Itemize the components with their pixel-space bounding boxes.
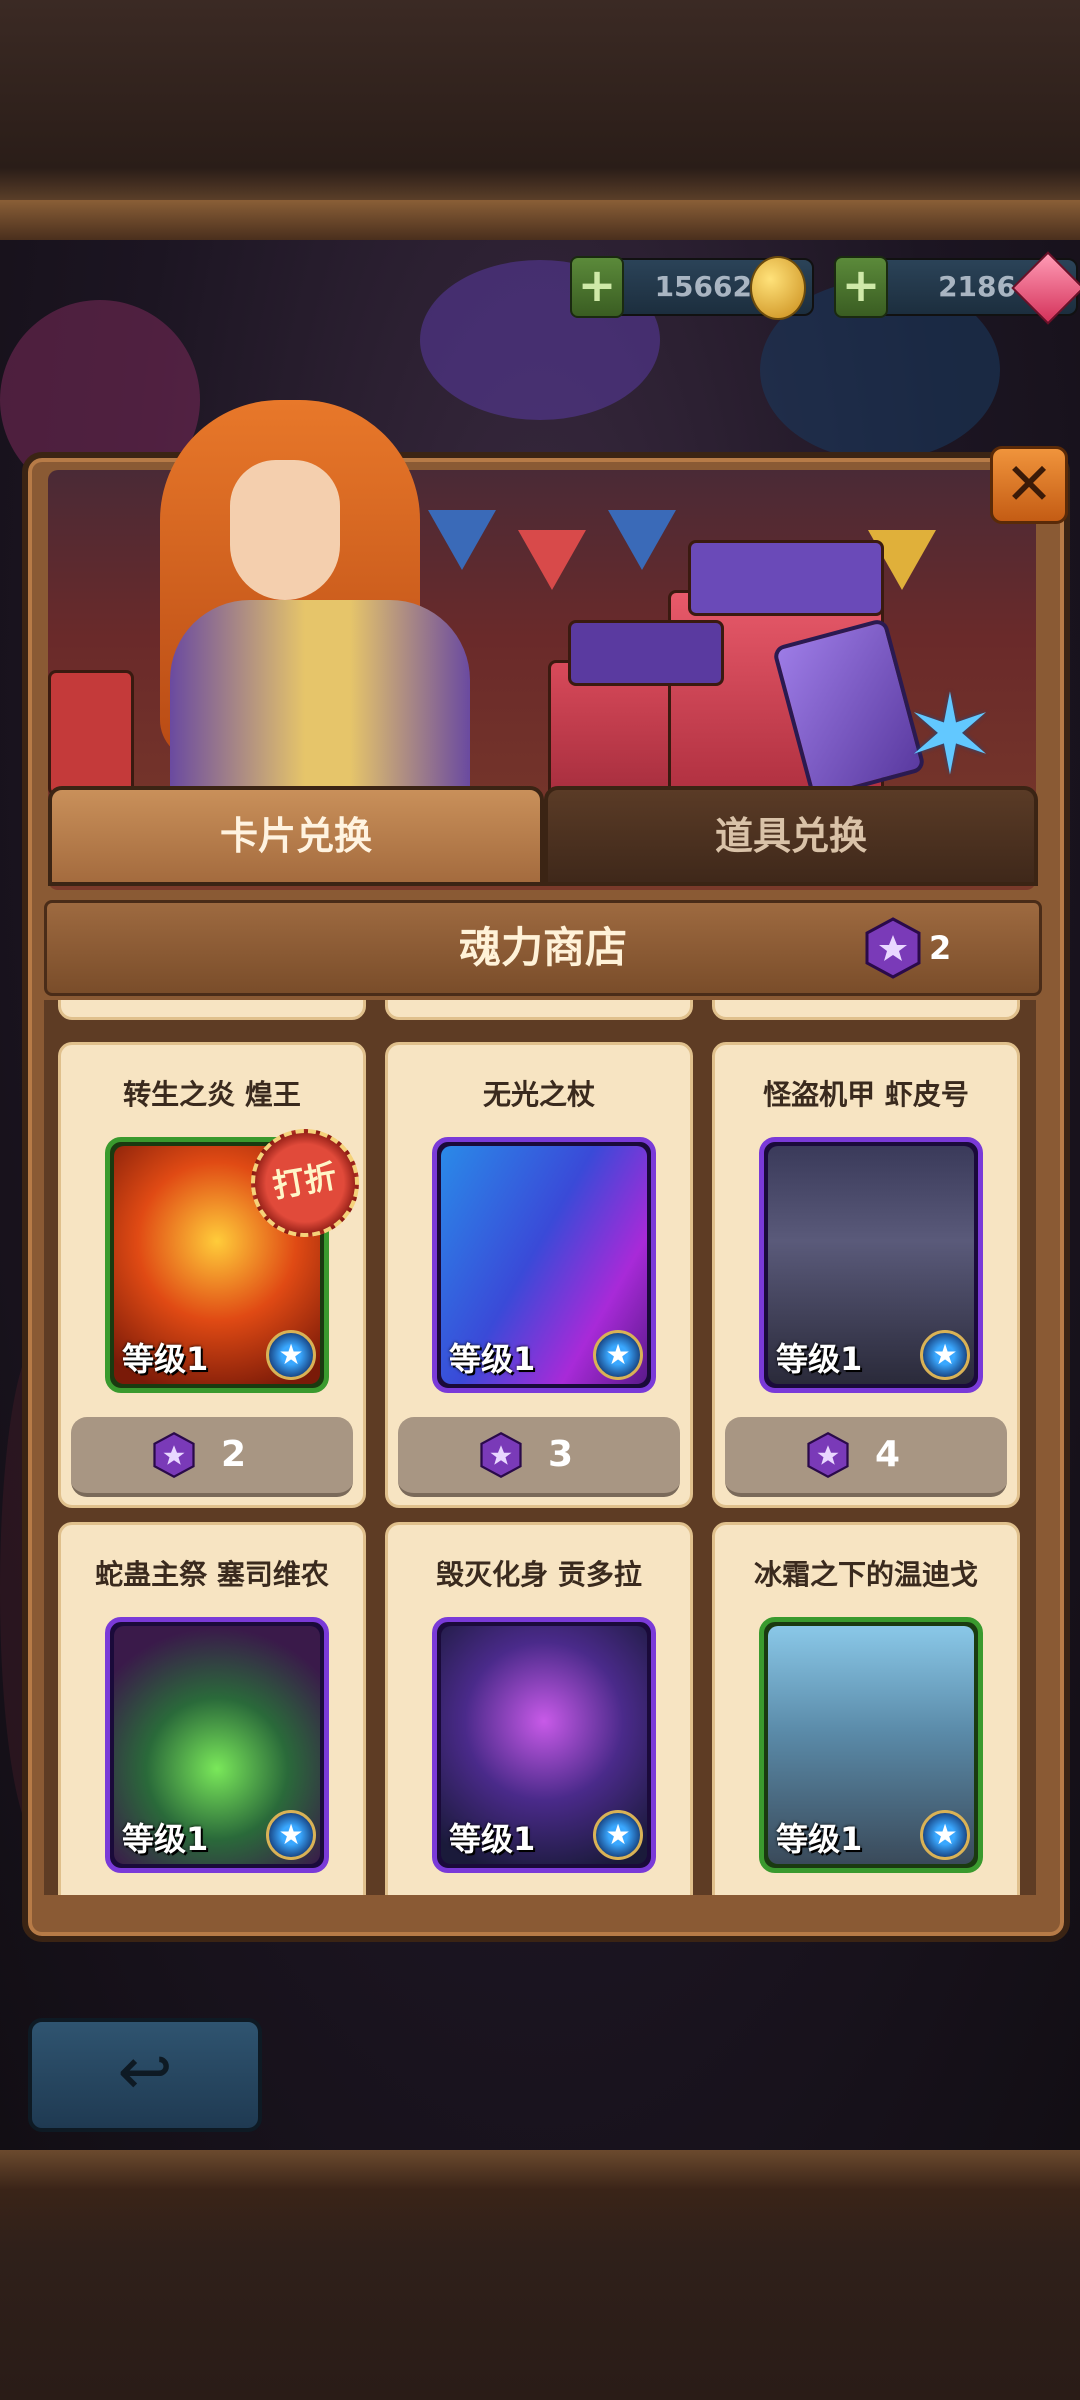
price-value: 3: [548, 1434, 574, 1475]
shop-card-4[interactable]: 蛇蛊主祭 塞司维农 等级1 ★: [58, 1522, 366, 1895]
soul-point-icon: [807, 1431, 849, 1479]
price-value: 2: [221, 1434, 247, 1475]
card-level: 等级1: [776, 1820, 863, 1858]
card-art: 等级1 ★: [105, 1617, 329, 1873]
card-art: 等级1 ★: [432, 1617, 656, 1873]
star-rank-icon: ★: [266, 1810, 316, 1860]
card-grid: 转生之炎 煌王 等级1 ★ 打折 2 无光之杖 等级1 ★ 3 怪盗机甲 虾皮号…: [44, 1000, 1036, 1895]
card-art: 等级1 ★: [759, 1137, 983, 1393]
card-art: 等级1 ★: [759, 1617, 983, 1873]
star-rank-icon: ★: [920, 1330, 970, 1380]
card-name: 毁灭化身 贡多拉: [436, 1558, 642, 1591]
soul-point-icon: [480, 1431, 522, 1479]
price-button[interactable]: 3: [398, 1417, 680, 1497]
tab-card-exchange[interactable]: 卡片兑换: [48, 786, 544, 886]
back-button[interactable]: ↩: [28, 2018, 262, 2132]
close-button[interactable]: ✕: [990, 446, 1068, 524]
card-name: 冰霜之下的温迪戈: [753, 1558, 978, 1591]
star-rank-icon: ★: [593, 1810, 643, 1860]
add-gold-button[interactable]: +: [570, 256, 624, 318]
soul-point-count: 2: [929, 929, 952, 967]
shop-card-3[interactable]: 怪盗机甲 虾皮号 等级1 ★ 4: [712, 1042, 1020, 1508]
price-button[interactable]: 2: [71, 1417, 353, 1497]
shop-card-5[interactable]: 毁灭化身 贡多拉 等级1 ★: [385, 1522, 693, 1895]
price-button[interactable]: 4: [725, 1417, 1007, 1497]
gem-value: 2186: [938, 270, 1016, 303]
card-name: 转生之炎 煌王: [123, 1078, 301, 1111]
star-badge-icon: ✶: [903, 671, 997, 799]
shop-card-2[interactable]: 无光之杖 等级1 ★ 3: [385, 1042, 693, 1508]
top-frame: [0, 0, 1080, 240]
gold-value: 15662: [654, 270, 752, 303]
card-level: 等级1: [122, 1820, 209, 1858]
card-level: 等级1: [776, 1340, 863, 1378]
card-name: 无光之杖: [482, 1078, 595, 1111]
shop-card-1[interactable]: 转生之炎 煌王 等级1 ★ 打折 2: [58, 1042, 368, 1508]
add-gems-button[interactable]: +: [834, 256, 888, 318]
card-level: 等级1: [122, 1340, 209, 1378]
shopkeeper-portrait: [150, 400, 500, 800]
price-value: 4: [875, 1434, 901, 1475]
card-name: 蛇蛊主祭 塞司维农: [95, 1558, 329, 1591]
gem-counter: + 2186: [834, 251, 1080, 325]
card-art: 等级1 ★: [432, 1137, 656, 1393]
gold-counter: + 15662: [570, 256, 814, 320]
tab-item-exchange[interactable]: 道具兑换: [544, 786, 1038, 886]
shop-header: 魂力商店 2: [44, 900, 1042, 996]
star-rank-icon: ★: [266, 1330, 316, 1380]
star-rank-icon: ★: [920, 1810, 970, 1860]
card-level: 等级1: [449, 1820, 536, 1858]
gem-icon: [1011, 251, 1080, 325]
bottom-frame: [0, 2150, 1080, 2400]
card-level: 等级1: [449, 1340, 536, 1378]
card-name: 怪盗机甲 虾皮号: [763, 1078, 969, 1111]
shop-card-6[interactable]: 冰霜之下的温迪戈 等级1 ★: [712, 1522, 1020, 1895]
gold-coin-icon: [750, 256, 806, 320]
soul-point-icon: [153, 1431, 195, 1479]
soul-point-icon: [865, 917, 921, 979]
star-rank-icon: ★: [593, 1330, 643, 1380]
